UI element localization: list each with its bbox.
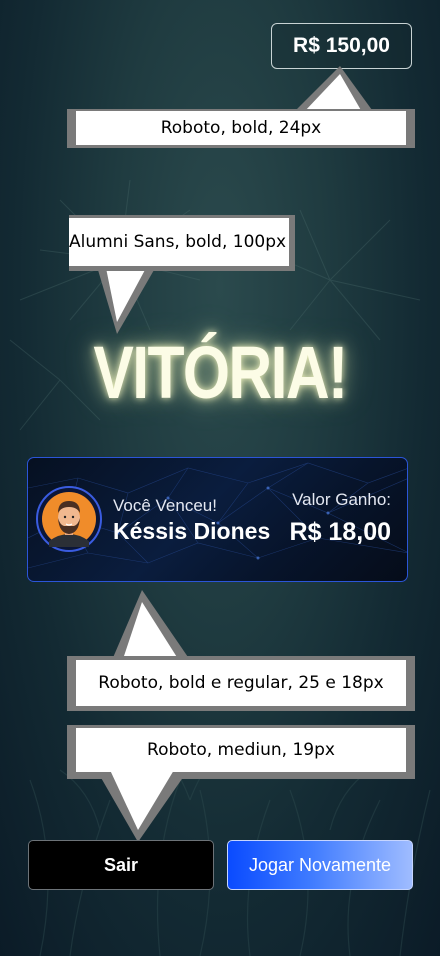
callout-balance-font: Roboto, bold, 24px <box>76 111 406 145</box>
callout-title-font: Alumni Sans, bold, 100px <box>69 218 289 266</box>
balance-display: R$ 150,00 <box>271 23 412 69</box>
win-subtitle: Você Venceu! <box>113 496 217 515</box>
player-avatar <box>36 486 102 552</box>
prize-value: R$ 18,00 <box>289 518 391 546</box>
exit-button[interactable]: Sair <box>28 840 214 890</box>
winner-card: Você Venceu! Késsis Diones Valor Ganho: … <box>27 457 408 582</box>
callout-buttons-font: Roboto, mediun, 19px <box>76 728 406 772</box>
bearded-man-avatar-icon <box>42 492 96 547</box>
player-name: Késsis Diones <box>113 518 271 544</box>
callout-card-font: Roboto, bold e regular, 25 e 18px <box>76 660 406 706</box>
play-again-button[interactable]: Jogar Novamente <box>227 840 413 890</box>
prize-label: Valor Ganho: <box>292 490 391 509</box>
victory-title: VITÓRIA! <box>93 331 348 414</box>
